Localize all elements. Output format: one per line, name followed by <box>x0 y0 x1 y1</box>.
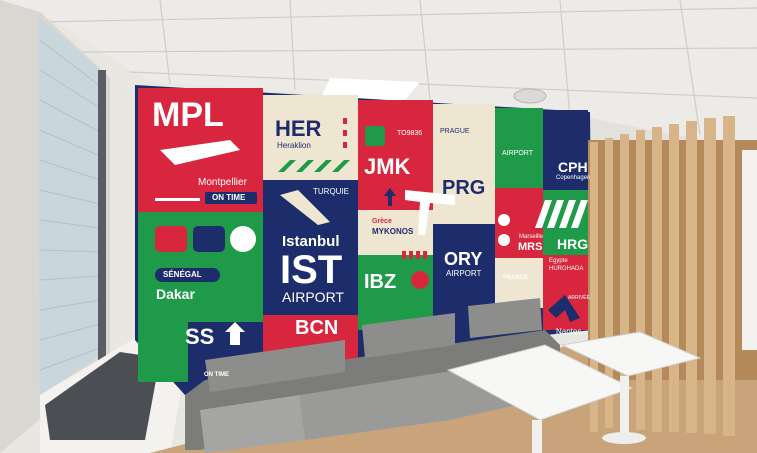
bcn-code: BCN <box>295 317 339 339</box>
mpl-status: ON TIME <box>212 193 246 202</box>
jmk-country: Grèce <box>372 218 392 225</box>
mpl-code: MPL <box>152 96 224 134</box>
ibz-code: IBZ <box>364 271 397 293</box>
panel-airport <box>495 108 543 188</box>
jmk-code: JMK <box>364 154 411 179</box>
mpl-city: Montpellier <box>198 177 247 188</box>
hrg-code: HRG <box>557 236 589 252</box>
plane-ibz-icon <box>411 271 429 289</box>
cph-code: CPH <box>558 159 588 175</box>
ist-label: AIRPORT <box>282 289 344 305</box>
divider <box>155 198 200 201</box>
ory-label: AIRPORT <box>446 269 482 278</box>
icon-mrs-1 <box>498 214 510 226</box>
ist-country: TURQUIE <box>313 187 349 196</box>
her-code: HER <box>275 116 322 141</box>
jmk-flight: TO9836 <box>397 130 423 137</box>
check-icon <box>230 226 256 252</box>
prg-country: PRAGUE <box>440 128 470 135</box>
office-lounge-photo: MPL Montpellier ON TIME HER Heraklion TU… <box>0 0 757 453</box>
dakar-country: SÉNÉGAL <box>163 270 202 279</box>
hrg-city: HURGHADA <box>549 266 584 272</box>
her-city: Heraklion <box>277 141 311 150</box>
cph-city: Copenhagen <box>556 175 591 181</box>
mrs-city: Marseille <box>519 234 544 240</box>
panel-prg <box>433 104 495 224</box>
briefcase-icon <box>193 226 225 252</box>
app-icon-jmk <box>365 126 385 146</box>
ist-code: IST <box>280 248 343 292</box>
dots-her <box>343 118 347 148</box>
prg-code: PRG <box>442 177 486 199</box>
jmk-city: MYKONOS <box>372 227 414 236</box>
hrg-country: Egypte <box>549 258 568 264</box>
dakar-city: Dakar <box>156 286 195 302</box>
nantes-city: Nantes <box>556 327 582 336</box>
icon-mrs-2 <box>498 234 510 246</box>
beach-icon <box>155 226 187 252</box>
ist-city: Istanbul <box>282 233 340 250</box>
ory-code: ORY <box>444 249 483 269</box>
ss-code: SS <box>185 324 215 349</box>
panel-ss <box>138 322 188 382</box>
bottom-status: ON TIME <box>204 372 229 378</box>
mrs-country: FRANCE <box>503 275 528 281</box>
cph-label: AIRPORT <box>502 150 533 157</box>
arrivee-label: ARRIVÉE <box>568 295 590 301</box>
mrs-code: MRS <box>518 241 543 253</box>
smoke-detector <box>513 88 547 104</box>
window-frame <box>98 70 106 360</box>
